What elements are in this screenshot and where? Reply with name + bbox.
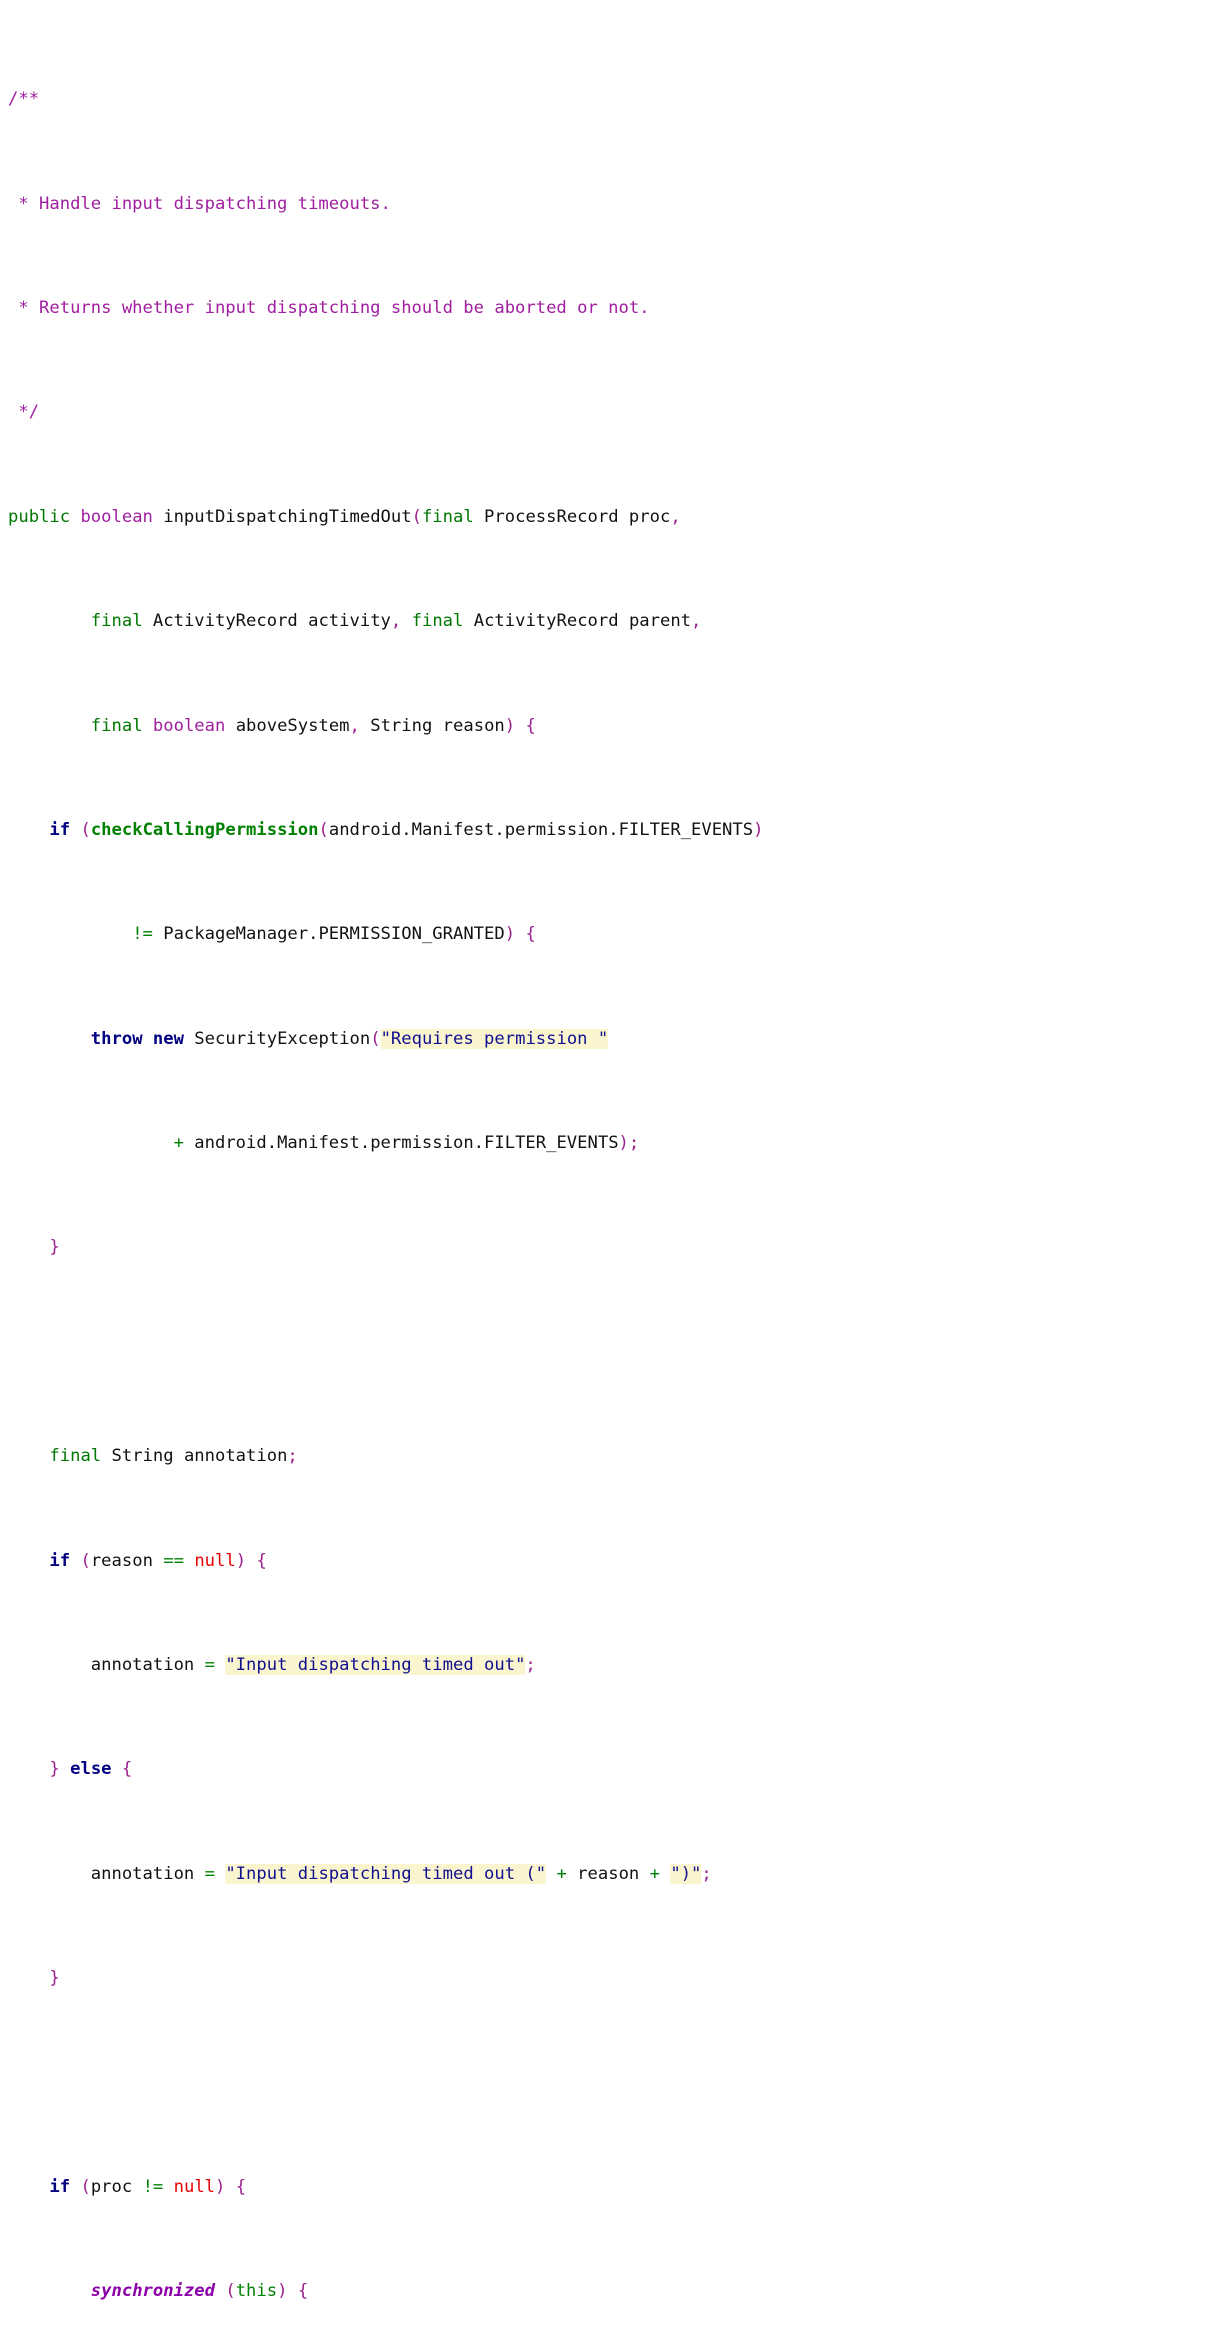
modifier-token: final <box>49 1446 102 1467</box>
code-line: if (checkCallingPermission(android.Manif… <box>49 819 764 840</box>
modifier-token: final <box>421 506 474 527</box>
operator-token: != <box>132 924 153 945</box>
code-line: final ActivityRecord activity, final Act… <box>90 611 702 632</box>
null-literal: null <box>173 2176 216 2197</box>
code-listing: /** * Handle input dispatching timeouts.… <box>0 0 1227 2340</box>
type-token: boolean <box>152 715 226 736</box>
synchronized-keyword: synchronized <box>90 2281 215 2302</box>
brace-token: { <box>235 2176 247 2197</box>
method-token: checkCallingPermission <box>90 819 319 840</box>
keyword-token: if <box>49 2176 71 2197</box>
operator-token: = <box>204 1863 215 1884</box>
comment-token: */ <box>8 402 40 423</box>
modifier-token: final <box>90 715 143 736</box>
code-line: } <box>8 1234 1227 1260</box>
string-literal: "Requires permission " <box>380 1028 609 1049</box>
modifier-token: final <box>90 611 143 632</box>
brace-token: } <box>49 1237 60 1258</box>
comment-token: * Returns whether input dispatching shou… <box>8 298 650 319</box>
code-line: + android.Manifest.permission.FILTER_EVE… <box>173 1133 640 1154</box>
keyword-token: else <box>70 1759 112 1780</box>
brace-token: { <box>121 1759 133 1780</box>
operator-token: + <box>649 1863 660 1884</box>
keyword-token: new <box>152 1028 184 1049</box>
code-line: throw new SecurityException("Requires pe… <box>90 1028 609 1049</box>
keyword-token: throw <box>90 1028 143 1049</box>
brace-token: } <box>49 1759 60 1780</box>
code-line: final String annotation; <box>49 1446 298 1467</box>
code-line: } else { <box>8 1756 1227 1782</box>
keyword-token: if <box>49 819 71 840</box>
this-literal: this <box>235 2281 278 2302</box>
null-literal: null <box>194 1550 236 1571</box>
code-line: /** <box>8 86 1227 112</box>
operator-token: = <box>204 1654 215 1675</box>
comment-token: /** <box>8 89 40 110</box>
operator-token: != <box>142 2176 164 2197</box>
code-line: * Returns whether input dispatching shou… <box>8 295 1227 321</box>
operator-token: + <box>173 1133 184 1154</box>
modifier-token: final <box>411 611 464 632</box>
code-line: if (reason == null) { <box>49 1550 267 1571</box>
comment-token: * Handle input dispatching timeouts. <box>8 193 391 214</box>
code-line: * Handle input dispatching timeouts. <box>8 191 1227 217</box>
code-line: } <box>8 1965 1227 1991</box>
type-token: boolean <box>80 506 153 527</box>
code-line: final boolean aboveSystem, String reason… <box>90 715 536 736</box>
string-literal: "Input dispatching timed out (" <box>225 1863 547 1884</box>
code-line: annotation = "Input dispatching timed ou… <box>8 1863 712 1884</box>
brace-token: { <box>525 715 536 736</box>
code-line: public boolean inputDispatchingTimedOut(… <box>8 506 681 527</box>
code-line: annotation = "Input dispatching timed ou… <box>8 1654 536 1675</box>
brace-token: { <box>256 1550 267 1571</box>
brace-token: } <box>49 1968 60 1989</box>
string-literal: "Input dispatching timed out" <box>225 1654 526 1675</box>
string-literal: ")" <box>670 1863 702 1884</box>
operator-token: == <box>163 1550 184 1571</box>
code-line: */ <box>8 399 1227 425</box>
brace-token: { <box>297 2281 309 2302</box>
modifier-token: public <box>8 506 71 527</box>
code-line: synchronized (this) { <box>90 2281 309 2302</box>
brace-token: { <box>525 924 536 945</box>
operator-token: + <box>556 1863 567 1884</box>
code-line: != PackageManager.PERMISSION_GRANTED) { <box>132 924 536 945</box>
paren-token: ( <box>411 506 422 527</box>
keyword-token: if <box>49 1550 71 1571</box>
code-line: if (proc != null) { <box>49 2176 247 2197</box>
